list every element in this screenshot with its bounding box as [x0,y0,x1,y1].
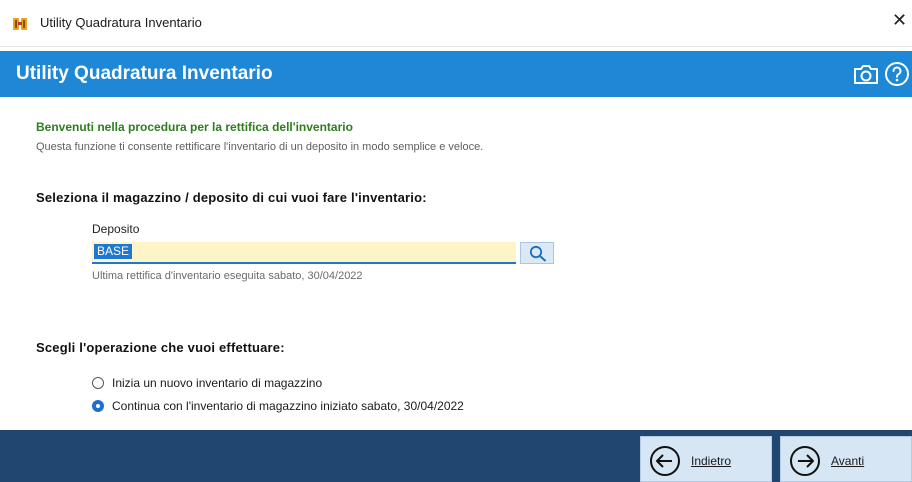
camera-icon[interactable] [852,61,880,87]
close-icon[interactable]: ✕ [892,10,907,31]
option-continue-inventory-label: Continua con l'inventario di magazzino i… [112,399,464,413]
page-header: Utility Quadratura Inventario [0,51,912,97]
welcome-title: Benvenuti nella procedura per la rettifi… [36,120,353,134]
deposit-field-label: Deposito [92,222,140,236]
option-new-inventory-label: Inizia un nuovo inventario di magazzino [112,376,323,390]
window-title: Utility Quadratura Inventario [40,15,202,30]
welcome-description: Questa funzione ti consente rettificare … [36,141,484,153]
deposit-input[interactable]: BASE [92,242,516,264]
footer-bar [0,430,912,482]
next-button-label: Avanti [831,454,865,468]
warehouse-section-title: Seleziona il magazzino / deposito di cui… [36,190,427,205]
page-title: Utility Quadratura Inventario [16,63,273,84]
radio-new-inventory[interactable] [92,377,104,389]
search-icon [529,245,546,262]
arrow-right-icon [790,446,820,476]
back-button-label: Indietro [691,454,732,468]
deposit-search-button[interactable] [520,242,554,264]
help-icon[interactable] [884,61,910,87]
app-logo-icon [13,18,27,30]
next-button[interactable]: Avanti [780,436,912,482]
arrow-left-icon [650,446,680,476]
deposit-value: BASE [94,244,133,259]
window-titlebar: Utility Quadratura Inventario ✕ [0,0,912,47]
radio-continue-inventory[interactable] [92,400,104,412]
last-adjustment-info: Ultima rettifica d'inventario eseguita s… [92,270,363,282]
operation-section-title: Scegli l'operazione che vuoi effettuare: [36,340,285,355]
back-button[interactable]: Indietro [640,436,772,482]
